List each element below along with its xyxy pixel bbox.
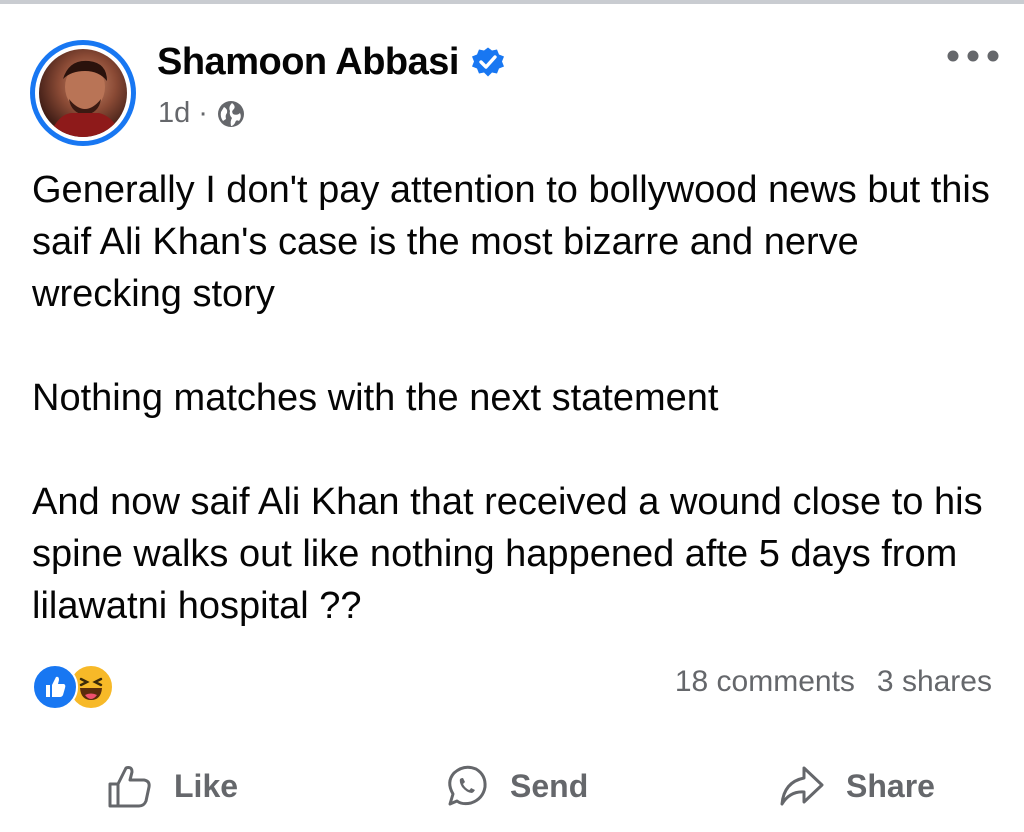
share-button[interactable]: Share <box>776 750 935 822</box>
comments-count[interactable]: 18 comments <box>675 665 855 699</box>
globe-icon <box>217 101 244 127</box>
meta-separator: · <box>198 96 208 129</box>
thumbs-up-icon <box>108 766 151 808</box>
like-reaction-icon <box>32 664 78 710</box>
share-button-label: Share <box>846 767 935 804</box>
engagement-counts: 18 comments 3 shares <box>675 665 992 699</box>
shares-count[interactable]: 3 shares <box>877 665 992 699</box>
like-button-label: Like <box>174 767 239 804</box>
reaction-summary[interactable] <box>32 664 118 710</box>
verified-badge-icon <box>472 47 504 77</box>
post-paragraph: Nothing matches with the next statement <box>32 377 719 419</box>
post-action-bar: Like Send Share <box>0 750 1024 822</box>
post-paragraph: Generally I don't pay attention to bolly… <box>32 169 990 315</box>
avatar[interactable] <box>30 40 136 146</box>
more-horizontal-icon[interactable] <box>944 44 1002 68</box>
share-arrow-icon <box>780 766 824 806</box>
send-button-label: Send <box>510 767 589 804</box>
whatsapp-icon <box>448 765 487 806</box>
avatar-photo <box>39 49 127 137</box>
like-button[interactable]: Like <box>104 750 238 822</box>
send-button[interactable]: Send <box>440 750 588 822</box>
facebook-post: Shamoon Abbasi 1d · Generally I don't pa… <box>0 0 1024 832</box>
post-meta: 1d · <box>158 95 246 131</box>
post-body: Generally I don't pay attention to bolly… <box>32 164 1002 632</box>
top-divider <box>0 0 1024 4</box>
author-name[interactable]: Shamoon Abbasi <box>157 40 459 84</box>
post-paragraph: And now saif Ali Khan that received a wo… <box>32 481 983 627</box>
post-timestamp[interactable]: 1d <box>158 97 190 130</box>
